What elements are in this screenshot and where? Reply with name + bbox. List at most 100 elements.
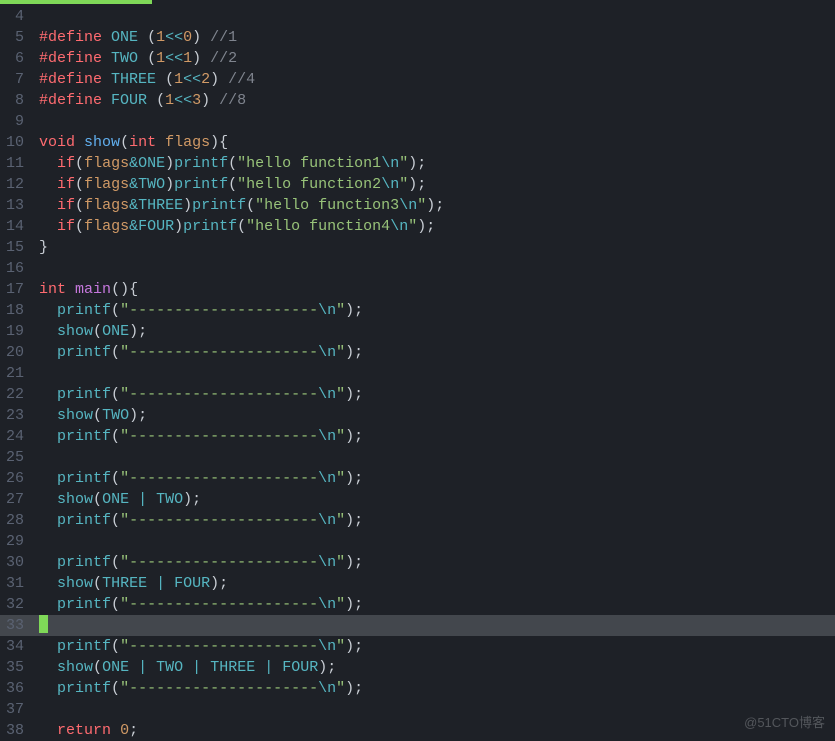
line-number: 7 [0, 69, 30, 90]
code-line[interactable]: 20 printf("---------------------\n"); [0, 342, 835, 363]
code-content[interactable]: show(ONE); [30, 321, 147, 342]
code-content[interactable]: printf("---------------------\n"); [30, 510, 363, 531]
code-content[interactable] [30, 531, 39, 552]
line-number: 13 [0, 195, 30, 216]
token: ); [345, 680, 363, 697]
code-content[interactable]: printf("---------------------\n"); [30, 552, 363, 573]
code-line[interactable]: 29 [0, 531, 835, 552]
code-line[interactable]: 22 printf("---------------------\n"); [0, 384, 835, 405]
code-content[interactable] [30, 6, 39, 27]
code-line[interactable]: 21 [0, 363, 835, 384]
code-content[interactable]: show(TWO); [30, 405, 147, 426]
code-content[interactable]: #define ONE (1<<0) //1 [30, 27, 237, 48]
token [39, 155, 57, 172]
code-line[interactable]: 32 printf("---------------------\n"); [0, 594, 835, 615]
code-line[interactable]: 9 [0, 111, 835, 132]
code-content[interactable]: printf("---------------------\n"); [30, 594, 363, 615]
token: " [408, 218, 417, 235]
code-line[interactable]: 27 show(ONE | TWO); [0, 489, 835, 510]
code-content[interactable] [30, 447, 39, 468]
code-content[interactable]: if(flags&ONE)printf("hello function1\n")… [30, 153, 426, 174]
code-content[interactable]: if(flags&TWO)printf("hello function2\n")… [30, 174, 426, 195]
code-line[interactable]: 24 printf("---------------------\n"); [0, 426, 835, 447]
code-content[interactable] [30, 258, 39, 279]
token: printf [192, 197, 246, 214]
token: \n [381, 155, 399, 172]
code-editor[interactable]: 4 5 #define ONE (1<<0) //16 #define TWO … [0, 0, 835, 741]
token: ); [345, 470, 363, 487]
code-content[interactable]: show(THREE | FOUR); [30, 573, 228, 594]
token: " [399, 155, 408, 172]
token: flags [165, 134, 210, 151]
code-content[interactable]: if(flags&FOUR)printf("hello function4\n"… [30, 216, 435, 237]
code-content[interactable]: if(flags&THREE)printf("hello function3\n… [30, 195, 444, 216]
code-content[interactable]: printf("---------------------\n"); [30, 384, 363, 405]
code-line[interactable]: 34 printf("---------------------\n"); [0, 636, 835, 657]
code-line[interactable]: 19 show(ONE); [0, 321, 835, 342]
code-line[interactable]: 26 printf("---------------------\n"); [0, 468, 835, 489]
code-line[interactable]: 23 show(TWO); [0, 405, 835, 426]
token: ( [93, 659, 102, 676]
code-line[interactable]: 18 printf("---------------------\n"); [0, 300, 835, 321]
token [39, 197, 57, 214]
code-line[interactable]: 33 [0, 615, 835, 636]
token: & [129, 176, 138, 193]
code-content[interactable]: printf("---------------------\n"); [30, 636, 363, 657]
token: ( [93, 575, 102, 592]
code-content[interactable]: printf("---------------------\n"); [30, 678, 363, 699]
code-line[interactable]: 6 #define TWO (1<<1) //2 [0, 48, 835, 69]
code-line[interactable]: 8 #define FOUR (1<<3) //8 [0, 90, 835, 111]
code-line[interactable]: 17 int main(){ [0, 279, 835, 300]
code-content[interactable]: return 0; [30, 720, 138, 741]
token: "--------------------- [120, 344, 318, 361]
code-line[interactable]: 15 } [0, 237, 835, 258]
line-number: 28 [0, 510, 30, 531]
token [147, 575, 156, 592]
token: ); [129, 407, 147, 424]
code-line[interactable]: 28 printf("---------------------\n"); [0, 510, 835, 531]
code-line[interactable]: 13 if(flags&THREE)printf("hello function… [0, 195, 835, 216]
token: ( [111, 596, 120, 613]
code-line[interactable]: 30 printf("---------------------\n"); [0, 552, 835, 573]
code-content[interactable]: #define FOUR (1<<3) //8 [30, 90, 246, 111]
code-line[interactable]: 14 if(flags&FOUR)printf("hello function4… [0, 216, 835, 237]
code-content[interactable]: show(ONE | TWO | THREE | FOUR); [30, 657, 336, 678]
code-line[interactable]: 11 if(flags&ONE)printf("hello function1\… [0, 153, 835, 174]
code-line[interactable]: 37 [0, 699, 835, 720]
code-content[interactable] [30, 363, 39, 384]
code-line[interactable]: 31 show(THREE | FOUR); [0, 573, 835, 594]
code-line[interactable]: 35 show(ONE | TWO | THREE | FOUR); [0, 657, 835, 678]
token: \n [318, 470, 336, 487]
code-line[interactable]: 16 [0, 258, 835, 279]
code-line[interactable]: 25 [0, 447, 835, 468]
token: if [57, 197, 75, 214]
code-content[interactable]: printf("---------------------\n"); [30, 426, 363, 447]
line-number: 34 [0, 636, 30, 657]
token [39, 302, 57, 319]
code-content[interactable]: } [30, 237, 48, 258]
code-content[interactable] [30, 699, 39, 720]
code-content[interactable]: #define THREE (1<<2) //4 [30, 69, 255, 90]
code-content[interactable]: #define TWO (1<<1) //2 [30, 48, 237, 69]
code-line[interactable]: 38 return 0; [0, 720, 835, 741]
code-content[interactable]: void show(int flags){ [30, 132, 228, 153]
code-content[interactable]: show(ONE | TWO); [30, 489, 201, 510]
token: FOUR [174, 575, 210, 592]
code-content[interactable]: printf("---------------------\n"); [30, 342, 363, 363]
code-line[interactable]: 10 void show(int flags){ [0, 132, 835, 153]
code-content[interactable] [30, 615, 48, 636]
token: printf [57, 554, 111, 571]
token: "--------------------- [120, 596, 318, 613]
code-content[interactable]: printf("---------------------\n"); [30, 468, 363, 489]
code-line[interactable]: 7 #define THREE (1<<2) //4 [0, 69, 835, 90]
token: | [156, 575, 165, 592]
code-content[interactable]: int main(){ [30, 279, 138, 300]
code-line[interactable]: 12 if(flags&TWO)printf("hello function2\… [0, 174, 835, 195]
code-content[interactable]: printf("---------------------\n"); [30, 300, 363, 321]
token: ( [93, 323, 102, 340]
code-line[interactable]: 36 printf("---------------------\n"); [0, 678, 835, 699]
code-line[interactable]: 5 #define ONE (1<<0) //1 [0, 27, 835, 48]
token: " [336, 470, 345, 487]
code-content[interactable] [30, 111, 39, 132]
code-line[interactable]: 4 [0, 6, 835, 27]
